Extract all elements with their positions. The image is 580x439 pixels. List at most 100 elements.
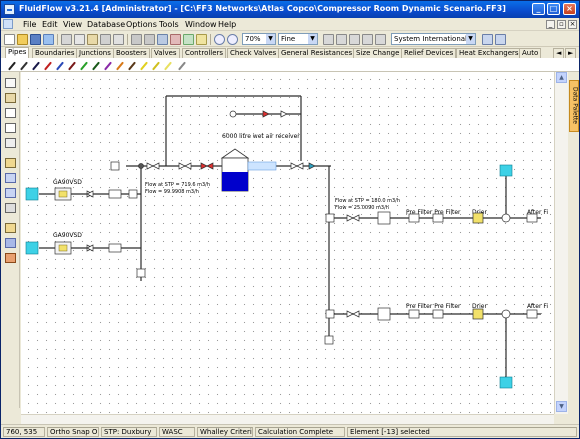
scroll-up-icon[interactable]: ▲ bbox=[556, 72, 567, 83]
zoom-select[interactable]: 70% ▼ bbox=[242, 33, 276, 45]
pipe-gold-icon[interactable] bbox=[152, 61, 160, 71]
tab-relief-devices[interactable]: Relief Devices bbox=[401, 48, 457, 58]
pipe-lightyellow-icon[interactable] bbox=[164, 61, 172, 71]
align-icon[interactable] bbox=[349, 34, 360, 45]
network-canvas[interactable]: 6000 litre wet air receiver GA90VSD GA90… bbox=[21, 72, 554, 414]
new-icon[interactable] bbox=[4, 34, 15, 45]
snap-icon[interactable] bbox=[336, 34, 347, 45]
pipe-maroon-icon[interactable] bbox=[68, 61, 76, 71]
tab-heat-exchangers[interactable]: Heat Exchangers bbox=[456, 48, 522, 58]
prefilter-2[interactable] bbox=[432, 213, 444, 223]
pipe-yellow-icon[interactable] bbox=[140, 61, 148, 71]
scroll-down-icon[interactable]: ▼ bbox=[556, 401, 567, 412]
tab-junctions[interactable]: Junctions bbox=[76, 48, 114, 58]
layers-icon[interactable] bbox=[375, 34, 386, 45]
tab-size-change[interactable]: Size Change bbox=[353, 48, 403, 58]
valve[interactable] bbox=[200, 162, 214, 170]
pointer-icon[interactable] bbox=[5, 78, 16, 88]
maximize-button[interactable]: □ bbox=[547, 3, 560, 15]
drier[interactable] bbox=[472, 212, 484, 224]
graph-tool-icon[interactable] bbox=[5, 238, 16, 248]
fitting[interactable] bbox=[128, 189, 138, 199]
select-all-icon[interactable] bbox=[113, 34, 124, 45]
air-receiver[interactable] bbox=[220, 148, 250, 192]
menu-window[interactable]: Window bbox=[185, 20, 217, 29]
menu-edit[interactable]: Edit bbox=[42, 20, 58, 29]
paste-icon[interactable] bbox=[87, 34, 98, 45]
prefilter-1[interactable] bbox=[408, 309, 420, 319]
fitting[interactable] bbox=[325, 213, 335, 223]
title-bar[interactable]: FluidFlow v3.21.4 [Administrator] - [C:\… bbox=[1, 1, 579, 18]
pipe-junction[interactable] bbox=[138, 163, 144, 169]
pipe-orange-icon[interactable] bbox=[116, 61, 124, 71]
tab-pipes[interactable]: Pipes bbox=[5, 47, 30, 58]
fitting[interactable] bbox=[108, 189, 122, 199]
drain-valve[interactable] bbox=[324, 335, 334, 345]
undo-icon[interactable] bbox=[131, 34, 142, 45]
pipe-brown-icon[interactable] bbox=[128, 61, 136, 71]
label-tool-icon[interactable] bbox=[5, 223, 16, 233]
pipe-dark-icon[interactable] bbox=[20, 61, 28, 71]
filter[interactable] bbox=[377, 211, 391, 225]
afterfilter[interactable] bbox=[526, 309, 538, 319]
tab-boosters[interactable]: Boosters bbox=[113, 48, 150, 58]
tab-scroll-right[interactable]: ► bbox=[565, 48, 576, 58]
vertical-scrollbar[interactable]: ▲ ▼ bbox=[554, 72, 568, 414]
resolution-select[interactable]: Fine ▼ bbox=[278, 33, 318, 45]
properties-icon[interactable] bbox=[362, 34, 373, 45]
link-icon[interactable] bbox=[5, 138, 16, 148]
prefilter-2[interactable] bbox=[432, 309, 444, 319]
run-icon[interactable] bbox=[157, 34, 168, 45]
horizontal-scrollbar[interactable] bbox=[21, 414, 554, 424]
outlet-boundary-bottom[interactable] bbox=[499, 376, 513, 389]
tab-general-resistances[interactable]: General Resistances bbox=[278, 48, 356, 58]
units-settings-icon[interactable] bbox=[482, 34, 493, 45]
print-icon[interactable] bbox=[43, 34, 54, 45]
tab-auto[interactable]: Auto bbox=[519, 48, 542, 58]
menu-file[interactable]: File bbox=[23, 20, 36, 29]
layer-tool-icon[interactable] bbox=[5, 188, 16, 198]
valve[interactable] bbox=[146, 162, 160, 170]
tab-check-valves[interactable]: Check Valves bbox=[227, 48, 280, 58]
mdi-close-icon[interactable]: × bbox=[568, 20, 577, 29]
valve[interactable] bbox=[178, 162, 192, 170]
delete-icon[interactable] bbox=[100, 34, 111, 45]
valve[interactable] bbox=[308, 162, 316, 170]
open-icon[interactable] bbox=[17, 34, 28, 45]
cut-icon[interactable] bbox=[61, 34, 72, 45]
prefilter-1[interactable] bbox=[408, 213, 420, 223]
hand-icon[interactable] bbox=[5, 93, 16, 103]
junction[interactable] bbox=[501, 213, 511, 223]
help-icon[interactable] bbox=[495, 34, 506, 45]
zoom-in-icon[interactable] bbox=[214, 34, 225, 45]
menu-options[interactable]: Options bbox=[126, 20, 157, 29]
redo-icon[interactable] bbox=[144, 34, 155, 45]
units-select[interactable]: System International ▼ bbox=[391, 33, 476, 45]
junction[interactable] bbox=[501, 309, 511, 319]
zoom-out-icon[interactable] bbox=[227, 34, 238, 45]
text-tool-icon[interactable] bbox=[5, 173, 16, 183]
menu-tools[interactable]: Tools bbox=[159, 20, 179, 29]
data-palette-tab[interactable]: Data Palette bbox=[569, 80, 579, 132]
outlet-boundary-top[interactable] bbox=[499, 164, 513, 177]
stop-icon[interactable] bbox=[170, 34, 181, 45]
tab-scroll-left[interactable]: ◄ bbox=[553, 48, 564, 58]
document-icon[interactable] bbox=[3, 19, 13, 29]
pipe-darkgreen-icon[interactable] bbox=[92, 61, 100, 71]
drier[interactable] bbox=[472, 308, 484, 320]
mdi-restore-icon[interactable]: ▫ bbox=[557, 20, 566, 29]
valve[interactable] bbox=[346, 310, 354, 318]
menu-database[interactable]: Database bbox=[87, 20, 125, 29]
tab-valves[interactable]: Valves bbox=[151, 48, 180, 58]
save-icon[interactable] bbox=[30, 34, 41, 45]
mdi-minimize-icon[interactable]: _ bbox=[546, 20, 555, 29]
pipe-blue-icon[interactable] bbox=[56, 61, 64, 71]
afterfilter[interactable] bbox=[526, 213, 538, 223]
tab-controllers[interactable]: Controllers bbox=[182, 48, 227, 58]
pipe-navy-icon[interactable] bbox=[32, 61, 40, 71]
tab-boundaries[interactable]: Boundaries bbox=[32, 48, 78, 58]
valve[interactable] bbox=[352, 214, 360, 222]
rectangle-icon[interactable] bbox=[5, 123, 16, 133]
close-button[interactable]: × bbox=[563, 3, 576, 15]
menu-view[interactable]: View bbox=[63, 20, 82, 29]
